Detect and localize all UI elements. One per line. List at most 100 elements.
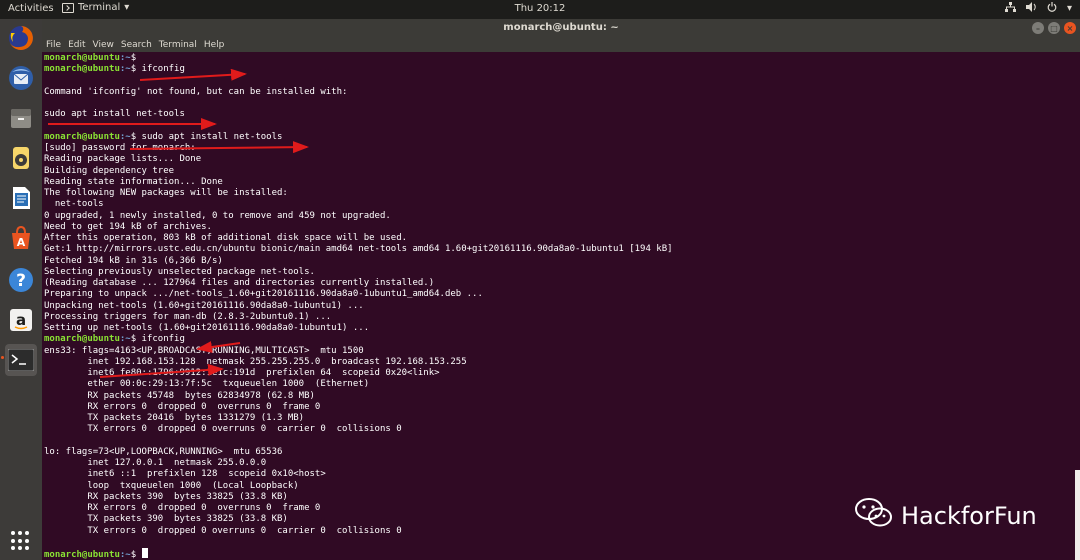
prompt-symbol: $	[130, 550, 137, 560]
output-line: [sudo] password for monarch:	[44, 143, 196, 153]
output-line: Processing triggers for man-db (2.8.3-2u…	[44, 311, 332, 322]
output-line: Setting up net-tools (1.60+git20161116.9…	[44, 323, 370, 333]
title-bar[interactable]: monarch@ubuntu: ~ – □ ×	[42, 19, 1080, 38]
command-text: ifconfig	[141, 334, 185, 345]
command-text: ifconfig	[141, 64, 185, 75]
menu-view[interactable]: View	[93, 40, 114, 50]
chevron-down-icon: ▾	[124, 2, 130, 13]
watermark: HackforFun	[855, 497, 1037, 535]
prompt-line: monarch@ubuntu:~$	[44, 548, 1080, 560]
output-line: loop txqueuelen 1000 (Local Loopback)	[44, 480, 299, 491]
output-line: Reading state information... Done	[44, 176, 223, 187]
firefox-icon[interactable]	[5, 22, 37, 54]
close-button[interactable]: ×	[1064, 22, 1076, 34]
prompt-line: monarch@ubuntu:~$ ifconfig	[44, 334, 1080, 345]
output-line: Command 'ifconfig' not found, but can be…	[44, 86, 348, 97]
prompt-symbol: $	[130, 334, 137, 345]
svg-text:?: ?	[16, 271, 26, 291]
output-line: The following NEW packages will be insta…	[44, 188, 288, 198]
prompt-path: :~	[119, 53, 131, 63]
dock: A ? a	[0, 19, 42, 560]
svg-text:A: A	[17, 236, 26, 249]
output-line: lo: flags=73<UP,LOOPBACK,RUNNING> mtu 65…	[44, 446, 283, 457]
output-line: Fetched 194 kB in 31s (6,366 B/s)	[44, 255, 223, 266]
app-menu-label: Terminal	[78, 2, 121, 13]
activities-button[interactable]: Activities	[8, 3, 54, 14]
prompt-user: monarch@ubuntu	[44, 131, 120, 142]
svg-text:a: a	[16, 311, 26, 329]
output-line: ens33: flags=4163<UP,BROADCAST,RUNNING,M…	[44, 345, 364, 356]
network-icon[interactable]	[1004, 2, 1016, 15]
scrollbar[interactable]	[1075, 470, 1080, 560]
prompt-user: monarch@ubuntu	[44, 53, 120, 63]
output-line: Need to get 194 kB of archives.	[44, 221, 212, 232]
menu-edit[interactable]: Edit	[68, 40, 85, 50]
text-cursor	[141, 548, 148, 558]
output-line: ether 00:0c:29:13:7f:5c txqueuelen 1000 …	[44, 379, 370, 390]
terminal-icon[interactable]	[5, 344, 37, 376]
output-line: Building dependency tree	[44, 165, 175, 176]
help-icon[interactable]: ?	[5, 264, 37, 296]
menu-file[interactable]: File	[46, 40, 61, 50]
software-center-icon[interactable]: A	[5, 222, 37, 254]
clock[interactable]: Thu 20:12	[515, 3, 566, 14]
output-line: inet6 fe80::1796:9912:1e1c:191d prefixle…	[44, 368, 440, 378]
watermark-text: HackforFun	[901, 502, 1037, 530]
volume-icon[interactable]	[1025, 2, 1037, 15]
prompt-user: monarch@ubuntu	[44, 550, 120, 560]
menu-search[interactable]: Search	[121, 40, 152, 50]
menu-help[interactable]: Help	[204, 40, 225, 50]
files-icon[interactable]	[5, 102, 37, 134]
chevron-down-icon[interactable]: ▾	[1067, 3, 1072, 14]
output-line: Unpacking net-tools (1.60+git20161116.90…	[44, 300, 364, 311]
output-line: TX packets 20416 bytes 1331279 (1.3 MB)	[44, 413, 305, 423]
prompt-symbol: $	[130, 64, 137, 75]
amazon-icon[interactable]: a	[5, 304, 37, 336]
prompt-user: monarch@ubuntu	[44, 334, 120, 345]
command-text: sudo apt install net-tools	[141, 131, 283, 142]
running-indicator	[1, 356, 4, 359]
wechat-icon	[855, 497, 893, 535]
top-bar: Activities Terminal ▾ Thu 20:12 ▾	[0, 0, 1080, 19]
thunderbird-icon[interactable]	[5, 62, 37, 94]
output-line: Selecting previously unselected package …	[44, 266, 315, 277]
output-line: After this operation, 803 kB of addition…	[44, 233, 408, 243]
output-line: RX errors 0 dropped 0 overruns 0 frame 0	[44, 401, 321, 412]
prompt-path: :~	[119, 64, 131, 75]
prompt-path: :~	[119, 131, 131, 142]
prompt-path: :~	[119, 334, 131, 345]
prompt-user: monarch@ubuntu	[44, 64, 120, 75]
output-line: 0 upgraded, 1 newly installed, 0 to remo…	[44, 210, 391, 221]
menu-terminal[interactable]: Terminal	[159, 40, 197, 50]
rhythmbox-icon[interactable]	[5, 142, 37, 174]
power-icon[interactable]	[1047, 2, 1057, 15]
output-line: inet6 ::1 prefixlen 128 scopeid 0x10<hos…	[44, 469, 326, 480]
terminal-output[interactable]: monarch@ubuntu:~$ monarch@ubuntu:~$ ifco…	[42, 52, 1080, 560]
terminal-icon	[62, 2, 74, 13]
output-line: TX errors 0 dropped 0 overruns 0 carrier…	[44, 424, 402, 435]
window-title: monarch@ubuntu: ~	[503, 22, 619, 33]
minimize-button[interactable]: –	[1032, 22, 1044, 34]
output-line: Preparing to unpack .../net-tools_1.60+g…	[44, 289, 483, 300]
show-applications-icon[interactable]	[11, 531, 31, 551]
output-line: sudo apt install net-tools	[44, 109, 185, 120]
system-tray[interactable]: ▾	[1004, 2, 1072, 15]
output-line: Get:1 http://mirrors.ustc.edu.cn/ubuntu …	[44, 244, 673, 255]
output-line: (Reading database ... 127964 files and d…	[44, 278, 435, 288]
prompt-line: monarch@ubuntu:~$ sudo apt install net-t…	[44, 132, 1080, 143]
prompt-line: monarch@ubuntu:~$ ifconfig	[44, 64, 1080, 75]
libreoffice-writer-icon[interactable]	[5, 182, 37, 214]
prompt-symbol: $	[130, 53, 137, 63]
prompt-path: :~	[119, 550, 131, 560]
output-line: net-tools	[44, 199, 104, 210]
output-line: RX packets 45748 bytes 62834978 (62.8 MB…	[44, 390, 315, 401]
app-menu[interactable]: Terminal ▾	[62, 2, 129, 13]
maximize-button[interactable]: □	[1048, 22, 1060, 34]
output-line: inet 127.0.0.1 netmask 255.0.0.0	[44, 458, 267, 468]
prompt-symbol: $	[130, 131, 137, 142]
